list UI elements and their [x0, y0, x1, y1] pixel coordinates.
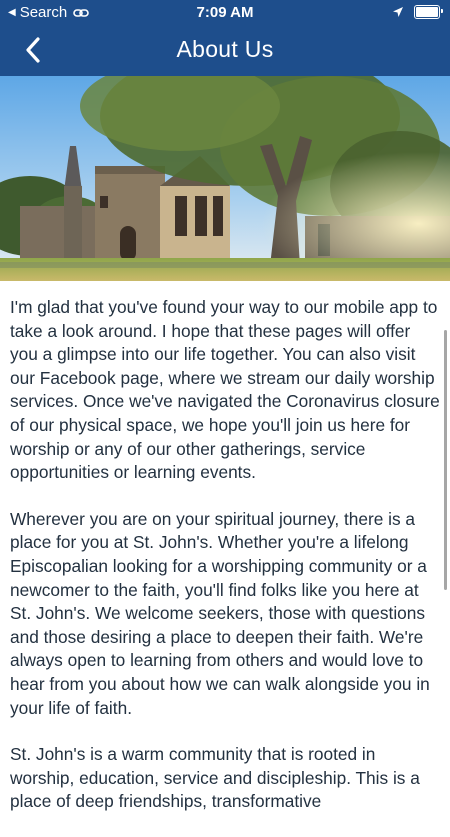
status-bar: ◀ Search 7:09 AM [0, 0, 450, 26]
about-paragraph-1: I'm glad that you've found your way to o… [10, 297, 440, 483]
scrollbar[interactable] [444, 330, 447, 590]
nav-bar: About Us [0, 26, 450, 76]
about-text: I'm glad that you've found your way to o… [10, 296, 440, 837]
status-indicators [392, 5, 443, 19]
location-arrow-icon [393, 7, 403, 17]
church-photo [0, 76, 450, 281]
page-title: About Us [176, 36, 274, 62]
about-paragraph-3: St. John's is a warm community that is r… [10, 744, 420, 812]
about-paragraph-2: Wherever you are on your spiritual journ… [10, 508, 430, 718]
app-header: ◀ Search 7:09 AM About Us [0, 0, 450, 76]
battery-icon [414, 5, 443, 19]
status-time: 7:09 AM [196, 4, 254, 21]
church-photo-image [0, 76, 450, 281]
